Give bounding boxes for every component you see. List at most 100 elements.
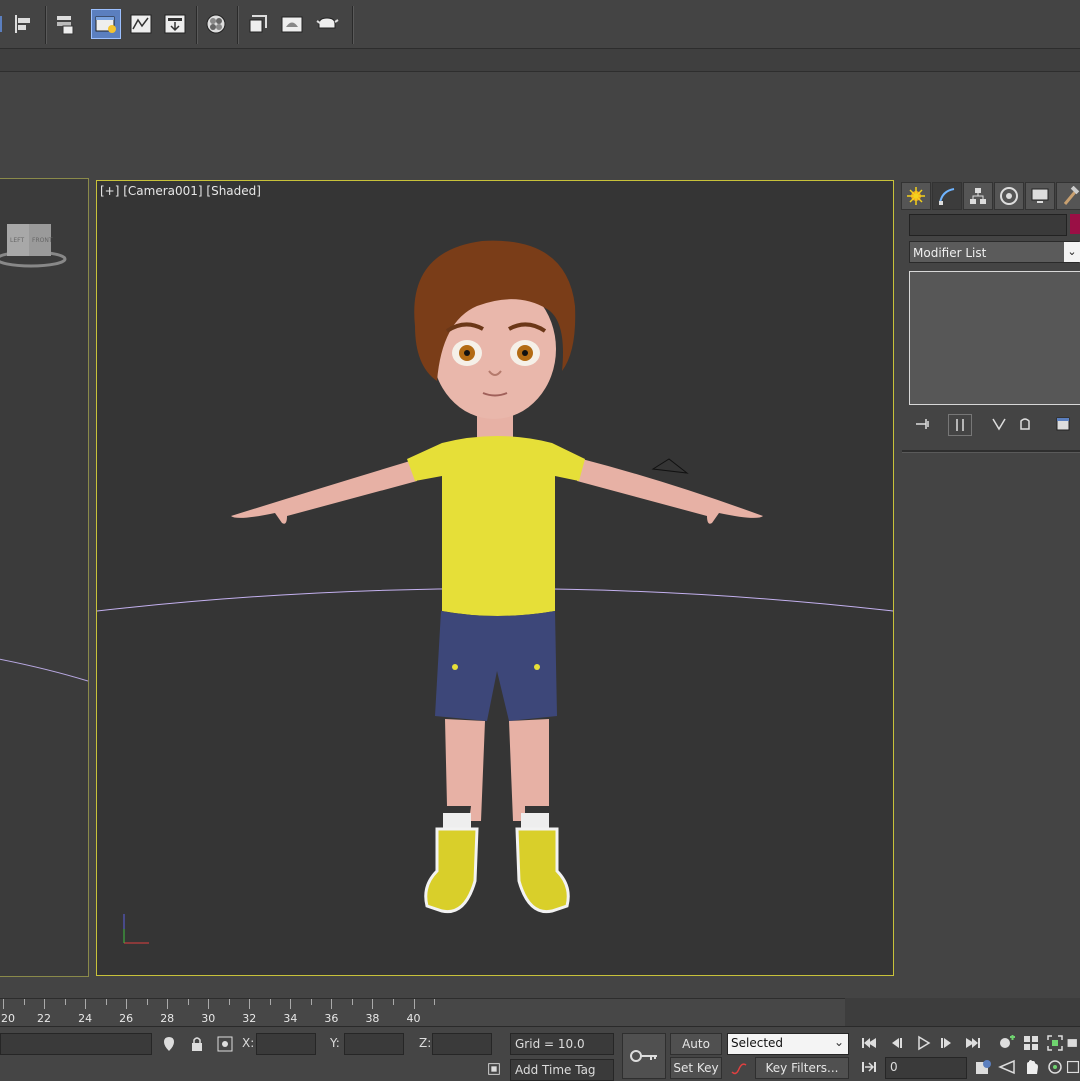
maxscript-listener-field[interactable]: [0, 1033, 152, 1055]
x-coordinate-field[interactable]: [256, 1033, 316, 1055]
material-editor-icon[interactable]: [202, 10, 230, 38]
main-toolbar: [0, 0, 1080, 49]
timeline-tick: [331, 999, 333, 1009]
timeline-tick: [44, 999, 46, 1009]
timeline-tick: [85, 999, 87, 1009]
current-frame-field[interactable]: 0: [885, 1057, 967, 1079]
timeline-tick-label: 26: [119, 1012, 134, 1025]
timeline-tick: [228, 999, 230, 1005]
orbit-icon[interactable]: [1044, 1057, 1066, 1077]
maximize-viewport-icon[interactable]: [1066, 1057, 1080, 1077]
timeline-tick-label: 32: [242, 1012, 257, 1025]
timeline-tick: [434, 999, 436, 1005]
auto-key-button[interactable]: Auto Key: [670, 1033, 722, 1071]
key-mode-toggle-icon[interactable]: [858, 1057, 880, 1077]
next-frame-icon[interactable]: [936, 1033, 958, 1053]
x-label: X:: [242, 1036, 255, 1050]
timeline-tick: [187, 999, 189, 1005]
timeline-tick: [3, 999, 4, 1009]
view-cube-icon[interactable]: LEFT FRONT: [0, 179, 88, 976]
timeline-tick: [167, 999, 169, 1009]
show-end-result-icon[interactable]: [948, 414, 972, 436]
modifier-stack[interactable]: [909, 271, 1080, 405]
viewport-left[interactable]: LEFT FRONT: [0, 178, 89, 977]
timeline-tick-label: 34: [283, 1012, 298, 1025]
chevron-down-icon[interactable]: ⌄: [1064, 242, 1080, 262]
tab-utilities[interactable]: [1056, 182, 1080, 210]
timeline-track[interactable]: 20 22 24 26 28 30 32 34 36 38 40: [0, 998, 845, 1027]
tab-create[interactable]: [901, 182, 931, 210]
field-of-view-icon[interactable]: [996, 1057, 1018, 1077]
timeline-tick-label: 30: [201, 1012, 216, 1025]
set-key-big-button[interactable]: [622, 1033, 666, 1079]
command-panel: Modifier List ⌄: [898, 178, 1080, 998]
timeline-right-area: [845, 998, 1080, 1026]
key-icon: [630, 1050, 657, 1062]
make-unique-icon[interactable]: [988, 414, 1010, 434]
create-star-icon: [907, 187, 925, 205]
timeline-tick: [310, 999, 312, 1005]
modifier-list-dropdown[interactable]: Modifier List: [909, 241, 1079, 263]
time-tag-icon[interactable]: [486, 1060, 502, 1078]
absolute-mode-icon[interactable]: [216, 1033, 234, 1055]
tab-motion[interactable]: [994, 182, 1024, 210]
y-coordinate-field[interactable]: [344, 1033, 404, 1055]
set-key-button[interactable]: Set Key: [670, 1057, 722, 1079]
viewport-camera[interactable]: [+] [Camera001] [Shaded]: [96, 180, 894, 976]
schematic-view-icon[interactable]: [161, 10, 189, 38]
render-production-icon[interactable]: [313, 10, 341, 38]
go-to-end-icon[interactable]: [962, 1033, 984, 1053]
zoom-extents-icon[interactable]: [1044, 1033, 1066, 1053]
view-cube-left-face: LEFT: [10, 237, 24, 244]
timeline-tick-label: 38: [365, 1012, 380, 1025]
y-label: Y:: [330, 1036, 340, 1050]
timeline-tick: [105, 999, 107, 1005]
object-name-field[interactable]: [909, 214, 1067, 236]
timeline-tick: [64, 999, 66, 1005]
isolate-selection-icon[interactable]: [160, 1033, 178, 1055]
pan-view-icon[interactable]: [1020, 1057, 1042, 1077]
rendered-frame-window-icon[interactable]: [278, 10, 306, 38]
previous-frame-icon[interactable]: [885, 1033, 907, 1053]
ribbon-strip: [0, 49, 1080, 72]
zoom-icon[interactable]: [996, 1033, 1018, 1053]
modify-curve-icon: [939, 188, 955, 205]
curve-editor-icon[interactable]: [127, 10, 155, 38]
timeline-tick: [392, 999, 394, 1005]
timeline-tick: [208, 999, 210, 1009]
key-mode-dropdown[interactable]: Selected ⌄: [727, 1033, 849, 1055]
timeline-tick-label: 22: [37, 1012, 52, 1025]
chevron-down-icon: ⌄: [833, 1035, 844, 1049]
object-color-swatch[interactable]: [1070, 214, 1080, 234]
time-configuration-icon[interactable]: [972, 1057, 994, 1077]
go-to-start-icon[interactable]: [858, 1033, 880, 1053]
tab-modify[interactable]: [932, 182, 962, 210]
add-time-tag-button[interactable]: Add Time Tag: [510, 1059, 614, 1081]
render-setup-icon[interactable]: [244, 10, 272, 38]
pin-stack-icon[interactable]: [912, 414, 934, 434]
panel-divider: [902, 450, 1080, 453]
configure-modifier-sets-icon[interactable]: [1052, 414, 1074, 434]
timeline-tick: [351, 999, 353, 1005]
scene-explorer-icon[interactable]: [91, 9, 121, 39]
play-icon[interactable]: [912, 1033, 934, 1053]
zoom-extents-all-icon[interactable]: [1066, 1033, 1080, 1053]
tab-hierarchy[interactable]: [963, 182, 993, 210]
timeline-tick: [23, 999, 25, 1005]
zoom-all-icon[interactable]: [1020, 1033, 1042, 1053]
utilities-hammer-icon: [1063, 186, 1080, 205]
z-coordinate-field[interactable]: [432, 1033, 492, 1055]
z-label: Z:: [419, 1036, 432, 1050]
align-icon[interactable]: [10, 10, 38, 38]
tab-display[interactable]: [1025, 182, 1055, 210]
layer-manager-icon[interactable]: [52, 10, 80, 38]
character-model[interactable]: [97, 181, 893, 975]
key-filters-button[interactable]: Key Filters...: [755, 1057, 849, 1079]
ribbon-panel-area: [0, 72, 1080, 176]
timeline-tick-label: 20: [1, 1012, 15, 1025]
lock-selection-icon[interactable]: [188, 1033, 206, 1055]
timeline-tick-label: 28: [160, 1012, 175, 1025]
default-tangent-icon[interactable]: [728, 1059, 750, 1079]
timeline-tick: [290, 999, 292, 1009]
remove-modifier-icon[interactable]: [1014, 414, 1036, 434]
